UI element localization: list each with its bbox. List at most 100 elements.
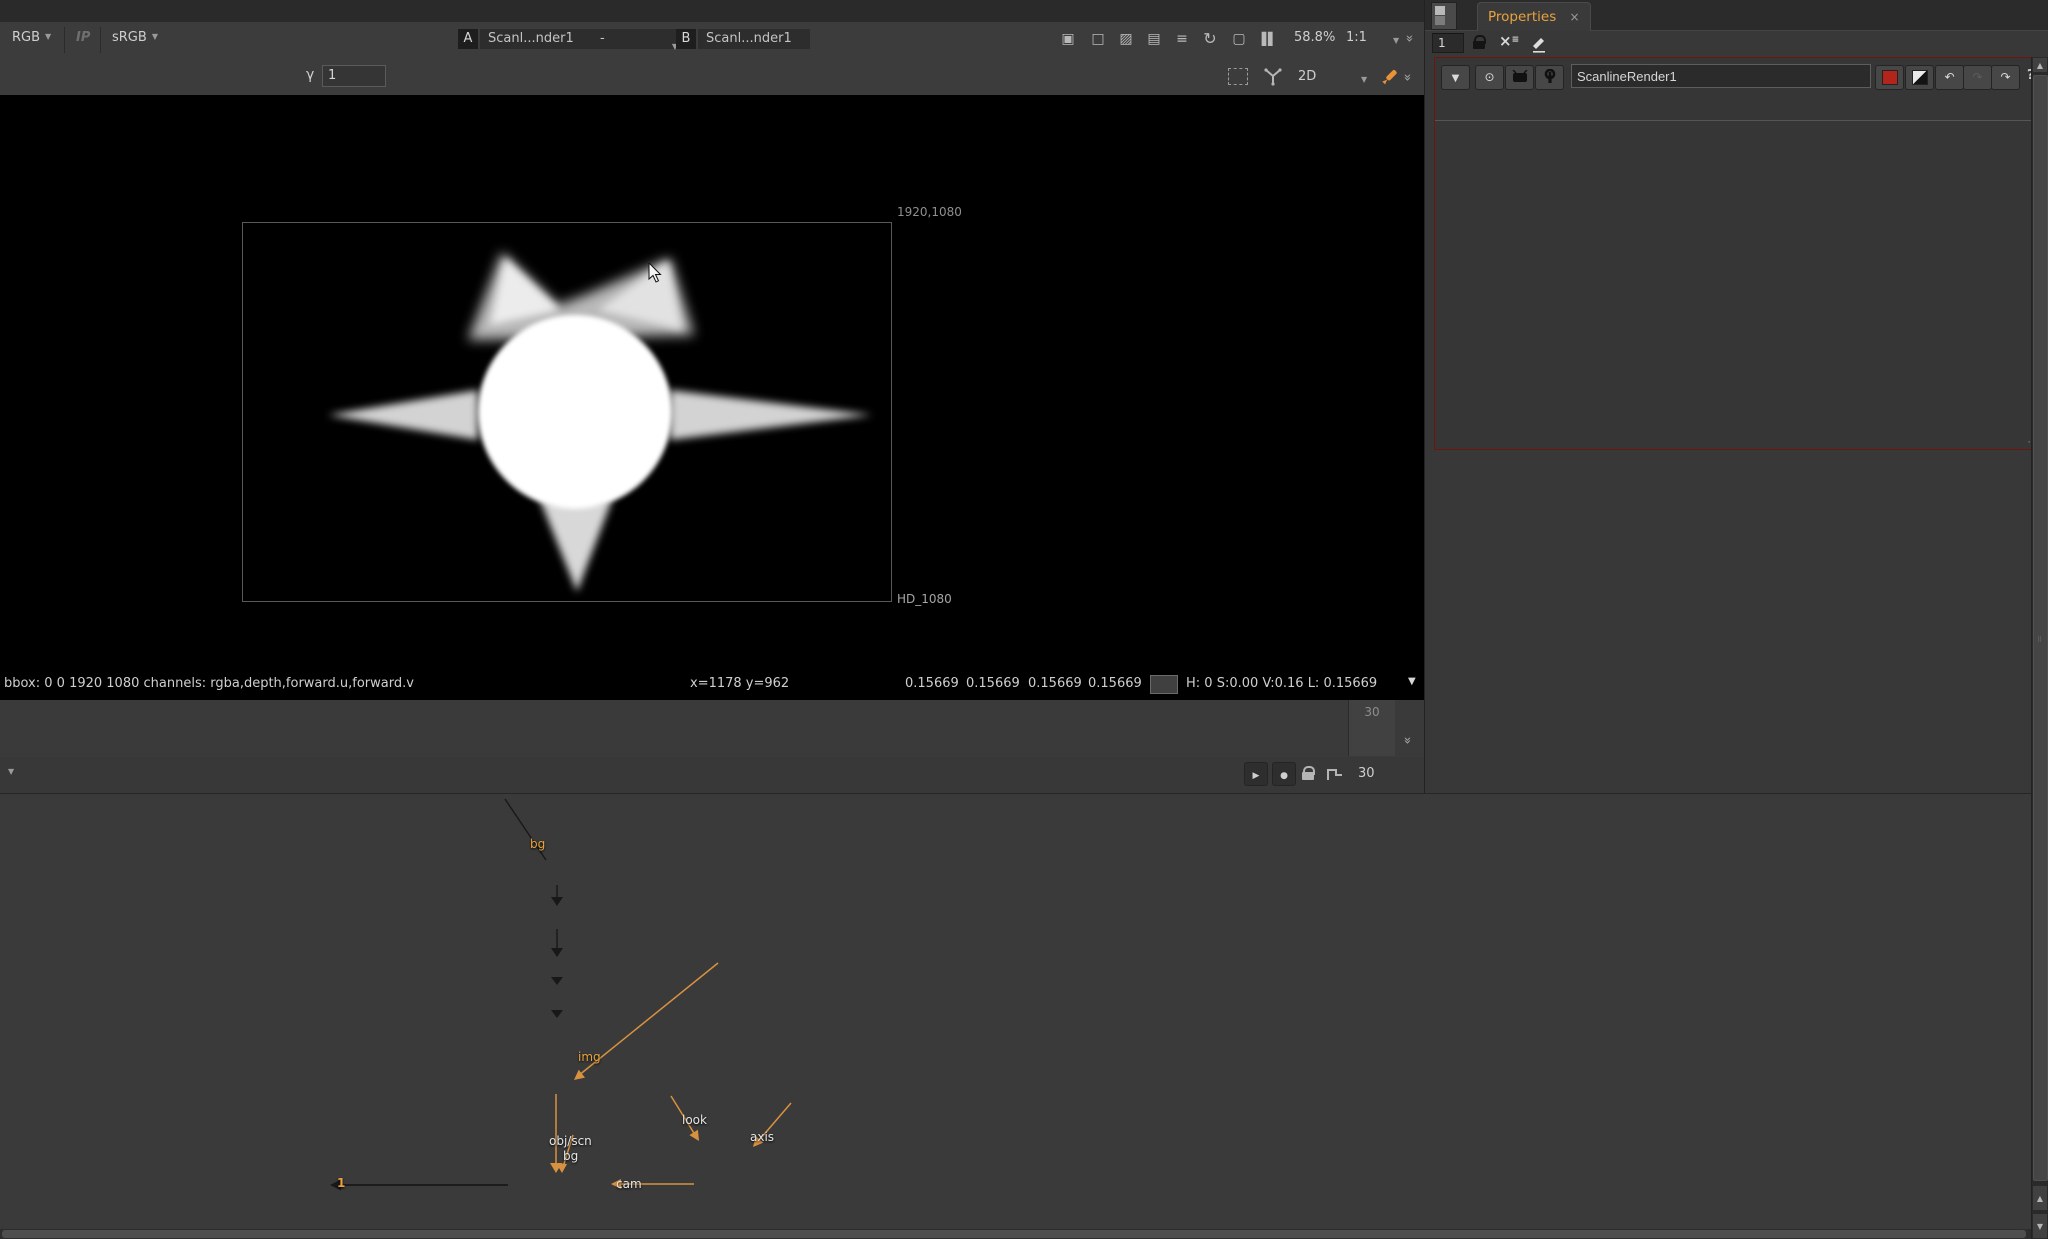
scrollbar-thumb[interactable]: ⠿ xyxy=(2033,75,2048,1181)
properties-tabstrip: Properties × xyxy=(1425,0,2048,31)
buffer-a-badge[interactable]: A xyxy=(458,29,478,49)
properties-toolbar: 1 ×≡ xyxy=(1425,30,2048,57)
chevron-down-icon[interactable]: ▼ xyxy=(1361,75,1367,84)
viewer-canvas[interactable]: 1920,1080 HD_1080 xyxy=(0,95,1424,668)
pixel-red-value: 0.15669 xyxy=(905,676,959,691)
pixel-green-value: 0.15669 xyxy=(966,676,1020,691)
refresh-icon[interactable]: ↻ xyxy=(1198,28,1222,50)
collapse-panel-button[interactable]: ▼ xyxy=(1441,65,1470,90)
view-mode-dropdown[interactable]: 2D xyxy=(1298,69,1316,84)
timeline-ruler[interactable]: 30 » xyxy=(0,700,1424,758)
divider xyxy=(100,27,101,53)
marquee-select-icon[interactable] xyxy=(1228,68,1248,85)
wrench-icon[interactable] xyxy=(1535,65,1564,90)
img-input-label: img xyxy=(578,1050,601,1064)
viewer-input-number: 1 xyxy=(337,1176,345,1190)
flipbook-node-button[interactable] xyxy=(1505,65,1534,90)
buffer-a-node-dropdown[interactable]: Scanl...nder1 xyxy=(480,29,592,49)
pixel-color-swatch xyxy=(1150,675,1178,694)
format-label: HD_1080 xyxy=(897,592,952,606)
lock-bin-icon[interactable] xyxy=(1473,35,1485,53)
scroll-down-icon[interactable]: ▼ xyxy=(2032,1213,2048,1239)
wipe-mode-dropdown[interactable]: -▼ xyxy=(592,29,686,49)
input-process-toggle[interactable]: IP xyxy=(76,30,90,45)
range-end-value: 30 xyxy=(1349,705,1395,719)
axis-input-label: axis xyxy=(750,1130,774,1144)
cam-input-label: cam xyxy=(616,1177,642,1191)
horizontal-scrollbar-thumb[interactable] xyxy=(2,1230,2026,1238)
pixel-hsvl-values: H: 0 S:0.00 V:0.16 L: 0.15669 xyxy=(1186,676,1377,691)
tab-properties[interactable]: Properties × xyxy=(1477,2,1591,31)
bg-input-label2: bg xyxy=(563,1149,578,1163)
look-input-label: look xyxy=(682,1113,707,1127)
node-tile-color-swatch[interactable] xyxy=(1875,65,1904,90)
cliptest-icon[interactable]: ▤ xyxy=(1142,28,1166,50)
color-sample-eyedropper-icon[interactable] xyxy=(1378,66,1400,88)
cursor-position: x=1178 y=962 xyxy=(690,676,789,691)
scroll-up-icon[interactable]: ▲ xyxy=(2032,57,2048,73)
parameters xyxy=(1435,124,2040,384)
scroll-up-icon[interactable]: ▲ xyxy=(2032,1185,2048,1211)
record-button[interactable]: ● xyxy=(1272,762,1296,786)
bg-input-label: bg xyxy=(530,837,545,851)
bin-count-field[interactable]: 1 xyxy=(1432,33,1464,53)
undo-icon[interactable]: ↶ xyxy=(1935,65,1964,90)
timeline-settings-icon[interactable] xyxy=(1326,766,1344,782)
channels-dropdown[interactable]: RGB▼ xyxy=(12,30,51,45)
proxy-ratio[interactable]: 1:1 xyxy=(1346,30,1367,45)
redo-icon[interactable]: ↷ xyxy=(1963,65,1992,90)
gamma-value-field[interactable]: 1 xyxy=(322,65,386,87)
chevron-down-icon: ▼ xyxy=(152,32,158,41)
scanlinerender-properties-panel: ▼ ⊙ ↶ ↷ ↷ ? ▣ × ⠠⠄ xyxy=(1434,57,2043,450)
scanline-rows-icon[interactable]: ≡ xyxy=(1170,28,1194,50)
properties-pane: Properties × 1 ×≡ ▼ ⊙ ↶ ↷ ↷ xyxy=(1425,0,2048,793)
flipbook-play-button[interactable]: ▶ xyxy=(1244,762,1268,786)
zebra-stripes-icon[interactable]: ▨ xyxy=(1114,28,1138,50)
viewer-gain-gamma-row: γ 1 2D ▼ » xyxy=(0,60,1424,96)
lock-range-icon[interactable] xyxy=(1302,766,1314,784)
format-rectangle xyxy=(242,222,892,602)
resolution-label: 1920,1080 xyxy=(897,205,962,219)
pause-icon[interactable]: ▌▌ xyxy=(1256,28,1280,50)
zoom-level[interactable]: 58.8% xyxy=(1294,30,1335,45)
objscn-input-label: obj/scn xyxy=(549,1134,592,1148)
tracker-handles-icon[interactable] xyxy=(1262,66,1284,86)
viewer-top-strip xyxy=(0,0,1424,22)
more-tools-chevron-icon[interactable]: » xyxy=(1399,74,1414,80)
edit-pencil-icon[interactable] xyxy=(1529,33,1549,53)
display-style-icon[interactable]: ▣ xyxy=(1056,28,1080,50)
revert-icon[interactable]: ↷ xyxy=(1991,65,2020,90)
buffer-b-badge[interactable]: B xyxy=(676,29,696,49)
horizontal-scrollbar[interactable] xyxy=(0,1229,2031,1239)
clear-panels-icon[interactable]: ×≡ xyxy=(1499,32,1519,50)
pane-layout-icon[interactable] xyxy=(1431,2,1457,30)
node-tabs xyxy=(1438,96,2038,121)
gain-toggle-icon[interactable]: □ xyxy=(1086,28,1110,50)
node-name-field[interactable] xyxy=(1571,64,1871,88)
close-icon[interactable]: × xyxy=(1570,10,1580,24)
timeline-chevron-icon[interactable]: » xyxy=(1399,737,1414,743)
buffer-b-node-dropdown[interactable]: Scanl...nder1 xyxy=(698,29,810,49)
status-expand-icon[interactable]: ▼ xyxy=(1408,676,1416,687)
mouse-cursor xyxy=(648,263,666,287)
node-graph-pane[interactable]: bg img obj/scn bg cam look axis 1 xyxy=(0,793,2048,1239)
more-tools-chevron-icon[interactable]: » xyxy=(1401,35,1416,41)
chevron-down-icon[interactable]: ▼ xyxy=(1393,36,1399,45)
colorspace-dropdown[interactable]: sRGB▼ xyxy=(112,30,158,45)
chevron-down-icon: ▼ xyxy=(45,32,51,41)
center-node-button[interactable]: ⊙ xyxy=(1475,65,1504,90)
nuke-window: RGB▼ IP sRGB▼ A Scanl...nder1 -▼ B Scanl… xyxy=(0,0,2048,1239)
viewer-status-bar: bbox: 0 0 1920 1080 channels: rgba,depth… xyxy=(0,668,1424,700)
divider xyxy=(64,27,65,53)
vertical-scrollbar[interactable]: ▲ ⠿ ▲ ▼ xyxy=(2031,57,2048,1239)
pixel-blue-value: 0.15669 xyxy=(1028,676,1082,691)
fps-value[interactable]: 30 xyxy=(1358,766,1375,781)
roi-icon[interactable]: ▢ xyxy=(1227,28,1251,50)
transport-controls: ▼ ▶ ● 30 xyxy=(0,757,1424,793)
timeline-options-chevron-icon[interactable]: ▼ xyxy=(8,767,14,776)
range-end-cell: 30 xyxy=(1348,700,1395,756)
pixel-alpha-value: 0.15669 xyxy=(1088,676,1142,691)
gl-color-swatch[interactable] xyxy=(1905,65,1934,90)
bbox-info: bbox: 0 0 1920 1080 channels: rgba,depth… xyxy=(4,676,414,691)
gamma-symbol: γ xyxy=(306,67,314,83)
